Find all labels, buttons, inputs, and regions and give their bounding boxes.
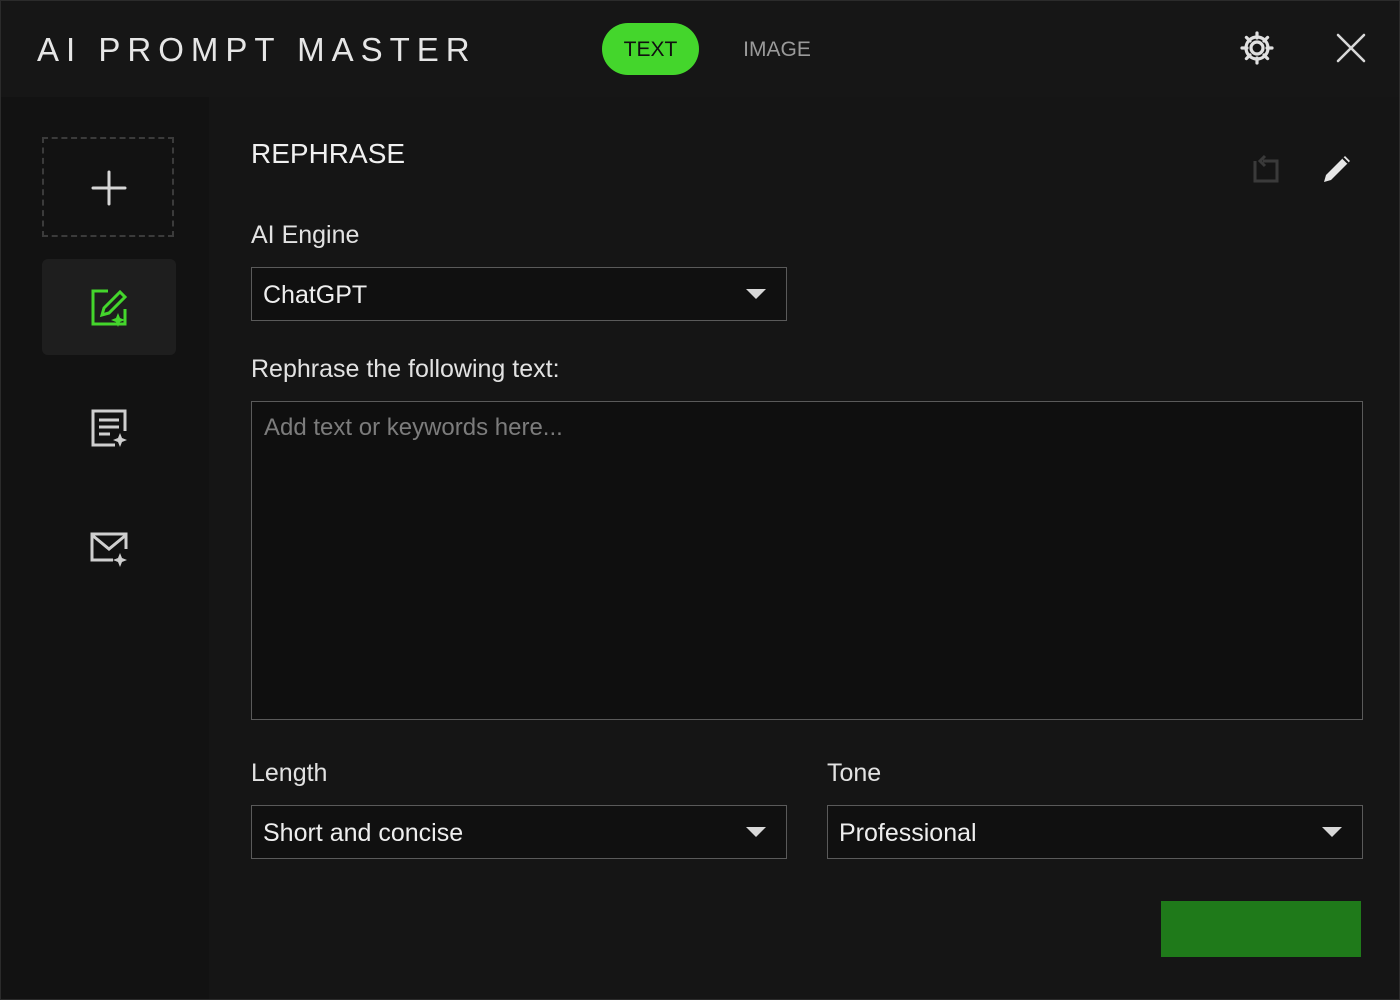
- add-prompt-button[interactable]: [42, 137, 174, 237]
- reset-icon[interactable]: [1245, 149, 1285, 189]
- title-bar: AI PROMPT MASTER TEXT IMAGE: [1, 1, 1399, 97]
- edit-document-sparkle-icon: [91, 289, 128, 327]
- engine-label: AI Engine: [251, 221, 360, 249]
- tab-text[interactable]: TEXT: [602, 23, 699, 75]
- app-window: AI PROMPT MASTER TEXT IMAGE REPHRASE AI …: [0, 0, 1400, 1000]
- input-label: Rephrase the following text:: [251, 355, 560, 383]
- text-input[interactable]: Add text or keywords here...: [251, 401, 1363, 720]
- mail-sparkle-icon: [90, 532, 128, 567]
- sidebar-item-summarize[interactable]: [42, 379, 176, 475]
- main-panel: REPHRASE AI Engine ChatGPT Rephrase the …: [209, 97, 1399, 999]
- chevron-down-icon: [746, 289, 766, 299]
- engine-select[interactable]: ChatGPT: [251, 267, 787, 321]
- document-lines-sparkle-icon: [91, 409, 127, 447]
- plus-icon: [91, 170, 127, 206]
- engine-value: ChatGPT: [263, 281, 368, 309]
- generate-button[interactable]: [1161, 901, 1361, 957]
- tone-label: Tone: [827, 759, 882, 787]
- text-input-placeholder: Add text or keywords here...: [264, 414, 563, 441]
- length-label: Length: [251, 759, 328, 787]
- length-select[interactable]: Short and concise: [251, 805, 787, 859]
- page-title: REPHRASE: [251, 138, 406, 169]
- sidebar: [1, 97, 209, 999]
- app-title: AI PROMPT MASTER: [37, 31, 477, 68]
- tone-select[interactable]: Professional: [827, 805, 1363, 859]
- tab-image[interactable]: IMAGE: [729, 23, 825, 75]
- pencil-icon[interactable]: [1317, 149, 1357, 189]
- sidebar-item-email[interactable]: [42, 499, 176, 595]
- chevron-down-icon: [1322, 827, 1342, 837]
- chevron-down-icon: [746, 827, 766, 837]
- sidebar-item-rephrase[interactable]: [42, 259, 176, 355]
- tone-value: Professional: [839, 819, 977, 847]
- gear-icon[interactable]: [1239, 30, 1275, 66]
- close-icon[interactable]: [1333, 30, 1369, 66]
- length-value: Short and concise: [263, 819, 464, 847]
